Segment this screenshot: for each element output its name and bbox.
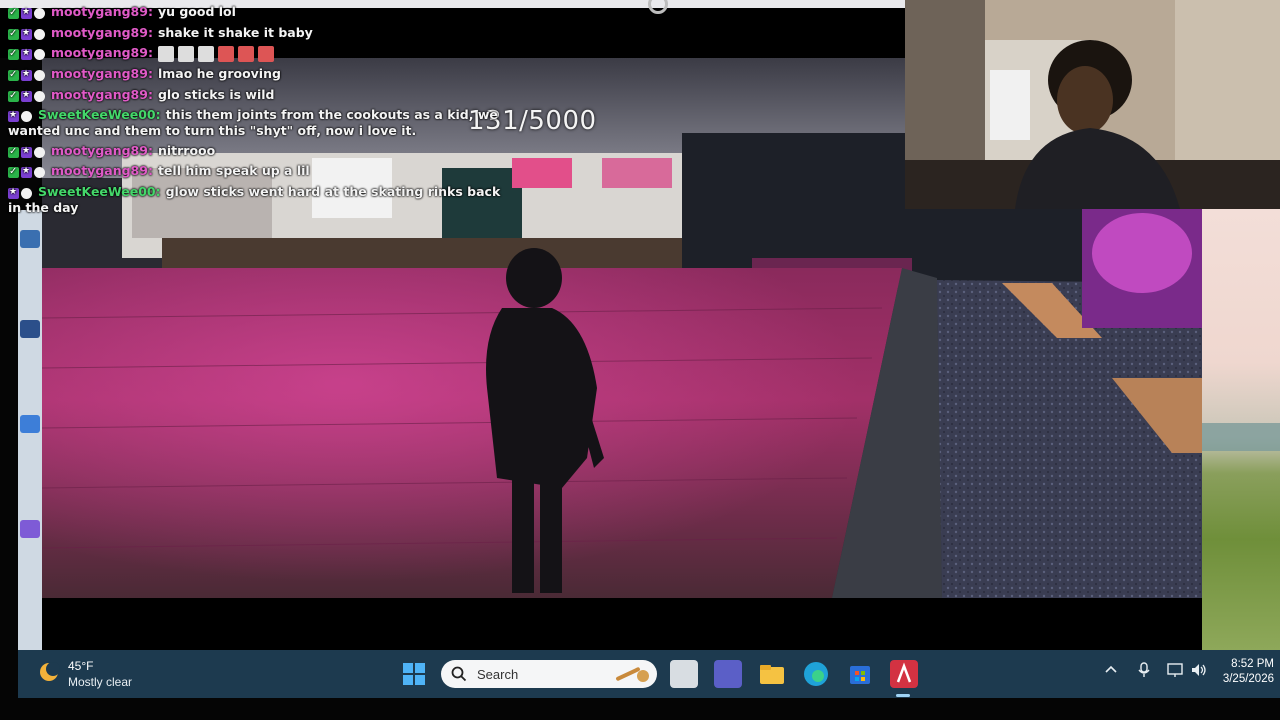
emote-icon xyxy=(257,45,274,62)
search-icon xyxy=(451,666,467,682)
chat-message: mootygang89: tell him speak up a lil xyxy=(8,163,508,179)
search-highlight-icon xyxy=(616,667,649,682)
desktop-sliver xyxy=(18,210,42,650)
chat-message: mootygang89: lmao he grooving xyxy=(8,66,508,82)
moon-weather-icon xyxy=(40,662,60,681)
chat-username: SweetKeeWee00: xyxy=(38,107,161,122)
skull-badge-icon xyxy=(21,187,32,199)
chat-message: mootygang89:shake it shake it baby xyxy=(8,25,508,41)
skull-badge-icon xyxy=(34,167,45,178)
emote-icon xyxy=(177,45,194,62)
star-badge-icon xyxy=(8,185,19,200)
chat-text: tell him speak up a lil xyxy=(157,163,310,178)
emote-icon xyxy=(197,45,214,62)
emote-icon xyxy=(217,45,234,62)
teams-icon[interactable] xyxy=(714,660,742,688)
chat-message: mootygang89:nitrrooo xyxy=(8,143,508,159)
store-icon[interactable] xyxy=(846,660,874,688)
active-app-indicator xyxy=(896,694,910,697)
emote-icon xyxy=(237,45,254,62)
desktop-shortcut-icon[interactable] xyxy=(20,415,40,433)
desktop-shortcut-icon[interactable] xyxy=(20,320,40,338)
skull-badge-icon xyxy=(34,8,45,19)
microphone-icon[interactable] xyxy=(1137,662,1151,681)
desktop-shortcut-icon[interactable] xyxy=(20,520,40,538)
star-badge-icon xyxy=(8,108,19,123)
star-badge-icon xyxy=(21,26,32,41)
chat-username: mootygang89: xyxy=(51,66,153,81)
chat-text: yu good lol xyxy=(157,4,236,19)
star-badge-icon xyxy=(21,67,32,82)
clock-date: 3/25/2026 xyxy=(1222,673,1274,685)
network-icon[interactable] xyxy=(1166,662,1184,681)
chevron-up-icon[interactable] xyxy=(1104,662,1118,679)
star-badge-icon xyxy=(21,164,32,179)
webcam-feed xyxy=(905,0,1280,209)
star-badge-icon xyxy=(21,5,32,20)
chat-username: mootygang89: xyxy=(51,86,153,102)
skull-badge-icon xyxy=(21,111,32,122)
skull-badge-icon xyxy=(34,70,45,81)
windows-start-icon[interactable] xyxy=(400,660,428,688)
star-badge-icon xyxy=(21,88,32,103)
chat-overlay: mootygang89:yu good lol mootygang89:shak… xyxy=(8,4,508,219)
verified-badge-icon xyxy=(8,144,19,159)
chat-message: mootygang89: yu good lol xyxy=(8,4,508,20)
clock-time: 8:52 PM xyxy=(1231,658,1274,670)
system-clock[interactable]: 8:52 PM 3/25/2026 xyxy=(1214,657,1274,687)
weather-desc: Mostly clear xyxy=(68,675,133,689)
chat-message: mootygang89: xyxy=(8,45,508,62)
weather-temp: 45°F xyxy=(68,659,94,673)
skull-badge-icon xyxy=(34,146,45,158)
chat-username: mootygang89: xyxy=(51,24,153,40)
chat-username: mootygang89: xyxy=(51,45,153,60)
search-placeholder: Search xyxy=(477,667,519,682)
taskbar-search[interactable]: Search xyxy=(441,660,657,688)
volume-icon[interactable] xyxy=(1190,662,1208,681)
chat-text: glo sticks is wild xyxy=(157,86,275,102)
taskbar: 45°F Mostly clear Search 8:52 PM 3/25/20… xyxy=(18,650,1280,698)
emote-icon xyxy=(157,45,174,62)
skull-badge-icon xyxy=(34,49,45,60)
chat-message: SweetKeeWee00:glow sticks went hard at t… xyxy=(8,184,508,215)
chat-text: nitrrooo xyxy=(157,142,216,158)
verified-badge-icon xyxy=(8,164,19,179)
skull-badge-icon xyxy=(34,28,45,40)
chat-username: mootygang89: xyxy=(51,142,153,158)
verified-badge-icon xyxy=(8,26,19,41)
verified-badge-icon xyxy=(8,88,19,103)
desktop-shortcut-icon[interactable] xyxy=(20,230,40,248)
verified-badge-icon xyxy=(8,5,19,20)
chat-text: shake it shake it baby xyxy=(157,24,313,40)
verified-badge-icon xyxy=(8,46,19,61)
streaming-app-icon[interactable] xyxy=(890,660,918,688)
verified-badge-icon xyxy=(8,67,19,82)
chat-username: mootygang89: xyxy=(51,163,153,178)
chat-text: lmao he grooving xyxy=(157,66,281,81)
star-badge-icon xyxy=(21,46,32,61)
chat-message: SweetKeeWee00:this them joints from the … xyxy=(8,107,508,138)
file-explorer-icon[interactable] xyxy=(758,660,786,688)
chat-username: SweetKeeWee00: xyxy=(38,183,161,199)
skull-badge-icon xyxy=(34,90,45,102)
chat-username: mootygang89: xyxy=(51,4,153,19)
desktop-wallpaper xyxy=(1202,208,1280,650)
game-letterbox xyxy=(42,598,1202,650)
task-view-icon[interactable] xyxy=(670,660,698,688)
star-badge-icon xyxy=(21,144,32,159)
chat-message: mootygang89:glo sticks is wild xyxy=(8,87,508,103)
edge-browser-icon[interactable] xyxy=(802,660,830,688)
